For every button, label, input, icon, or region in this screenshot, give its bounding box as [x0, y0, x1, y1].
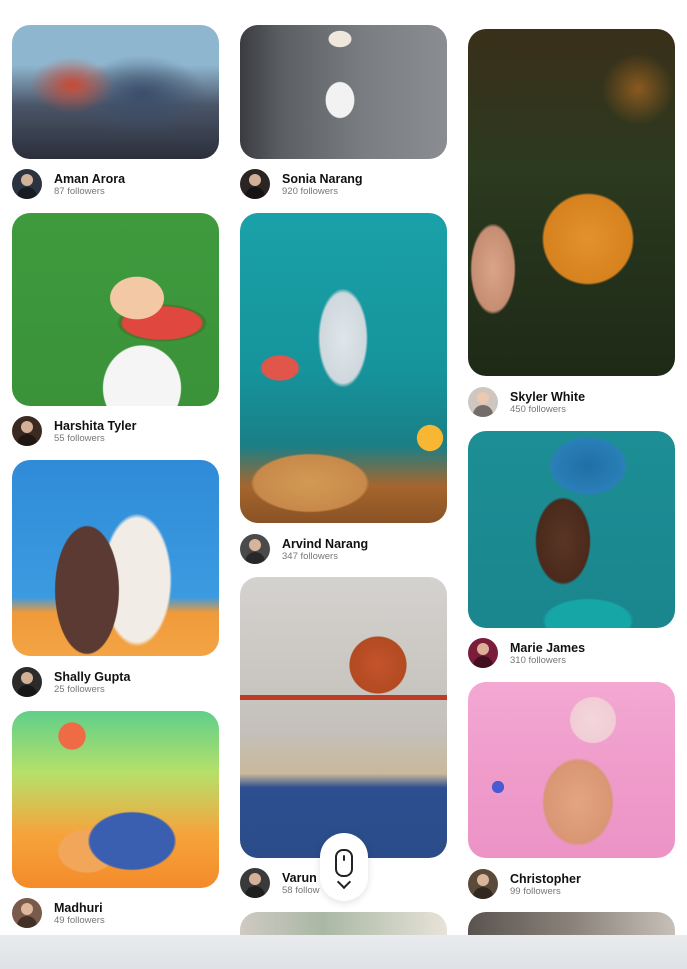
follower-count: 347 followers — [282, 550, 338, 562]
avatar — [240, 868, 270, 898]
chevron-down-icon — [336, 874, 352, 890]
pin-feed: Aman Arora 87 followers Harshita Tyler 5… — [0, 0, 687, 935]
follower-count: 450 followers — [510, 403, 566, 415]
follower-count: 25 followers — [54, 683, 105, 695]
user-name: Sonia Narang — [282, 171, 363, 186]
pin-image-woman-turban[interactable] — [468, 431, 675, 628]
pin-image-3d-figure-pink[interactable] — [468, 682, 675, 858]
mouse-scroll-icon — [335, 849, 353, 877]
avatar — [468, 638, 498, 668]
user-name: Christopher — [510, 871, 581, 886]
pin-image-partial[interactable] — [240, 912, 447, 935]
pin-image-3d-character[interactable] — [12, 711, 219, 888]
pin-user[interactable]: Madhuri 49 followers — [12, 897, 105, 929]
user-name: Arvind Narang — [282, 536, 369, 551]
scroll-down-button[interactable] — [320, 833, 368, 901]
pin-image-coffee-mug[interactable] — [468, 29, 675, 376]
pin-image-two-women-sky[interactable] — [12, 460, 219, 656]
pin-user[interactable]: Skyler White 450 followers — [468, 386, 585, 418]
user-name: Skyler White — [510, 389, 586, 404]
pin-image-child-watermelon[interactable] — [12, 213, 219, 406]
avatar — [12, 416, 42, 446]
pin-image-partial[interactable] — [468, 912, 675, 935]
follower-count: 55 followers — [54, 432, 105, 444]
follower-count: 310 followers — [510, 654, 566, 666]
pin-image-water-bottle-fruits[interactable] — [240, 213, 447, 523]
avatar — [468, 387, 498, 417]
user-name: Marie James — [510, 640, 586, 655]
pin-user[interactable]: Marie James 310 followers — [468, 637, 585, 669]
avatar — [240, 169, 270, 199]
avatar — [468, 869, 498, 899]
follower-count: 99 followers — [510, 885, 561, 897]
user-name: Madhuri — [54, 900, 103, 915]
pin-user[interactable]: Harshita Tyler 55 followers — [12, 415, 136, 447]
user-name: Aman Arora — [54, 171, 126, 186]
follower-count: 920 followers — [282, 185, 338, 197]
pin-user[interactable]: Christopher 99 followers — [468, 868, 581, 900]
bottom-bar — [0, 935, 687, 969]
user-name: Harshita Tyler — [54, 418, 137, 433]
pin-image-deer-lamp[interactable] — [240, 25, 447, 159]
pin-user[interactable]: Shally Gupta 25 followers — [12, 666, 130, 698]
pin-image-elephant-mural[interactable] — [12, 25, 219, 159]
follower-count: 87 followers — [54, 185, 105, 197]
pin-user[interactable]: Aman Arora 87 followers — [12, 168, 125, 200]
avatar — [12, 169, 42, 199]
avatar — [12, 898, 42, 928]
pin-user[interactable]: Varun N 58 follow — [240, 867, 329, 899]
avatar — [240, 534, 270, 564]
follower-count: 49 followers — [54, 914, 105, 926]
pin-user[interactable]: Sonia Narang 920 followers — [240, 168, 363, 200]
user-name: Shally Gupta — [54, 669, 131, 684]
avatar — [12, 667, 42, 697]
pin-user[interactable]: Arvind Narang 347 followers — [240, 533, 368, 565]
pin-image-basketball-hoop[interactable] — [240, 577, 447, 858]
